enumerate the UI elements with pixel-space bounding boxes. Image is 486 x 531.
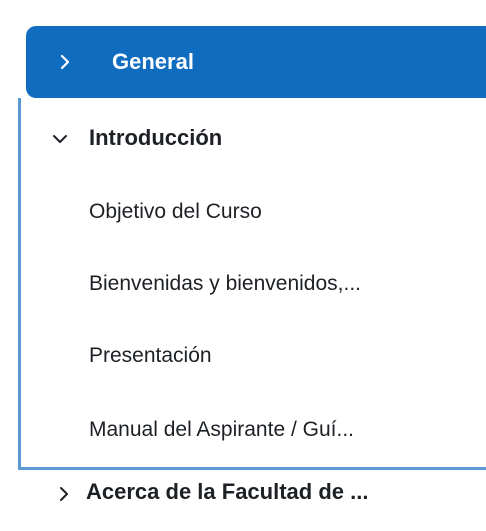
section-general-content: Introducción Objetivo del Curso Bienveni… bbox=[18, 98, 486, 470]
section-general-label[interactable]: General bbox=[112, 48, 194, 76]
activity-link-presentacion[interactable]: Presentación bbox=[89, 342, 212, 370]
activity-link-objetivo[interactable]: Objetivo del Curso bbox=[89, 198, 262, 226]
section-general[interactable]: General bbox=[26, 26, 486, 98]
activity-link-manual[interactable]: Manual del Aspirante / Guí... bbox=[89, 416, 354, 444]
chevron-right-icon[interactable] bbox=[56, 486, 72, 502]
chevron-down-icon[interactable] bbox=[51, 130, 69, 148]
subsection-introduccion[interactable]: Introducción bbox=[41, 122, 461, 154]
activity-link-bienvenidas[interactable]: Bienvenidas y bienvenidos,... bbox=[89, 270, 361, 298]
chevron-right-icon[interactable] bbox=[56, 53, 74, 71]
section-acerca-label[interactable]: Acerca de la Facultad de ... bbox=[86, 478, 368, 506]
section-acerca-facultad[interactable]: Acerca de la Facultad de ... bbox=[26, 476, 466, 510]
subsection-introduccion-label[interactable]: Introducción bbox=[89, 124, 222, 152]
course-index-nav: General Introducción Objetivo del Curso … bbox=[0, 0, 486, 531]
